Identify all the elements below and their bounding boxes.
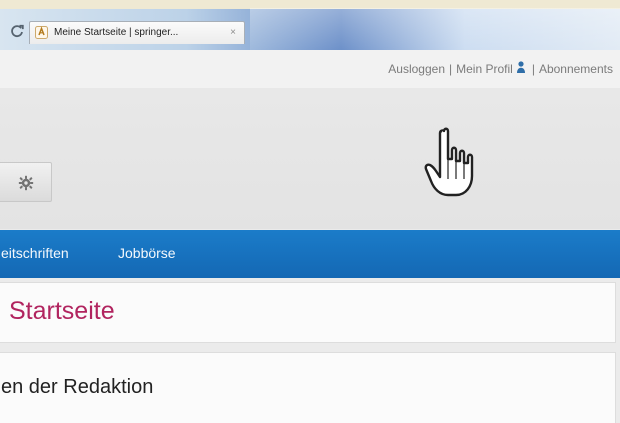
- user-icon[interactable]: [516, 61, 526, 73]
- subscriptions-link[interactable]: Abonnements: [539, 61, 613, 77]
- nav-item-zeitschriften[interactable]: eitschriften: [1, 244, 69, 262]
- settings-button[interactable]: [0, 162, 52, 202]
- utility-separator: |: [449, 62, 453, 76]
- favicon-icon: [35, 26, 48, 39]
- browser-chrome: Meine Startseite | springer... ×: [0, 0, 620, 50]
- site-header: [0, 88, 620, 229]
- logout-link[interactable]: Ausloggen: [388, 61, 445, 77]
- website-page: Ausloggen | Mein Profil | Abonnements ei…: [0, 50, 620, 423]
- hand-cursor-icon: [424, 127, 474, 197]
- page-title-panel: Startseite: [0, 282, 616, 343]
- close-icon[interactable]: ×: [230, 26, 236, 39]
- gear-icon: [18, 175, 34, 191]
- content-panel: en der Redaktion: [0, 352, 616, 423]
- section-title: en der Redaktion: [1, 376, 154, 398]
- utility-bar: Ausloggen | Mein Profil | Abonnements: [0, 50, 620, 88]
- refresh-icon[interactable]: [10, 24, 24, 38]
- profile-link[interactable]: Mein Profil: [456, 61, 513, 77]
- utility-links: Ausloggen | Mein Profil | Abonnements: [388, 61, 613, 77]
- utility-separator: |: [531, 62, 535, 76]
- browser-tab[interactable]: Meine Startseite | springer... ×: [29, 21, 245, 44]
- browser-background-sweep: [250, 8, 620, 50]
- nav-item-jobboerse[interactable]: Jobbörse: [118, 244, 176, 262]
- tab-title: Meine Startseite | springer...: [54, 27, 179, 38]
- page-title: Startseite: [9, 297, 115, 325]
- main-navigation: eitschriften Jobbörse: [0, 230, 620, 278]
